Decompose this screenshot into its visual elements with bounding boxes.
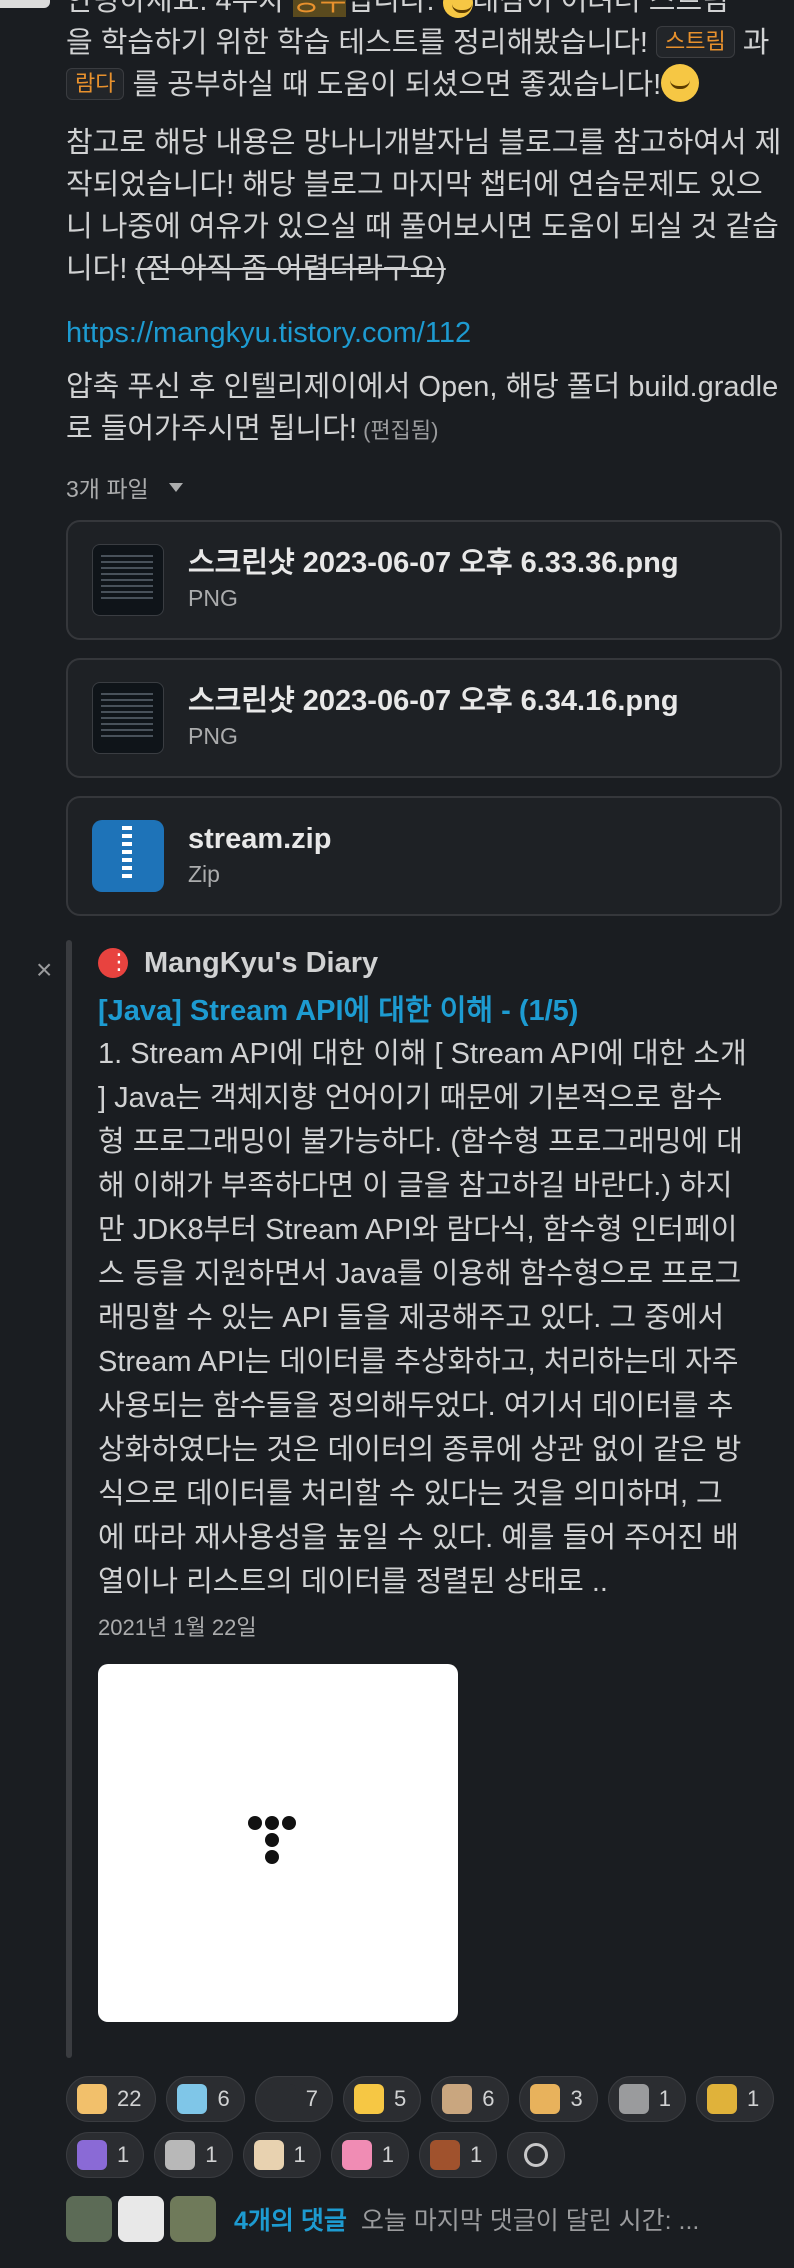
message-line-3: 람다 를 공부하실 때 도움이 되셨으면 좋겠습니다! [66,64,782,106]
avatar [118,2196,164,2242]
message-line-2: 을 학습하기 위한 학습 테스트를 정리해봤습니다! 스트림 과 [66,22,782,64]
message-line-1: 안녕하세요. 4주차 공부입니다. 대삼이 어려러 스트림 [66,0,782,22]
blog-link[interactable]: https://mangkyu.tistory.com/112 [66,312,782,354]
files-toggle[interactable]: 3개 파일 [66,468,782,506]
bear-icon [430,2140,460,2170]
reaction-pill[interactable]: 1 [330,2132,409,2178]
reaction-pill[interactable]: 1 [66,2132,145,2178]
reaction-count: 1 [746,2086,760,2111]
add-emoji-icon [524,2143,549,2167]
unfurl-description: 1. Stream API에 대한 이해 [ Stream API에 대한 소개… [98,1038,747,1598]
reaction-pill[interactable]: 22 [66,2076,157,2122]
screenshot-thumbnail [92,544,164,616]
unfurl-preview-image[interactable] [98,1664,458,2022]
reaction-count: 1 [381,2142,394,2167]
reaction-count: 6 [217,2086,230,2111]
unfurl-border [66,940,72,2058]
reaction-count: 5 [393,2086,407,2111]
reaction-count: 1 [658,2086,671,2111]
close-icon[interactable]: × [36,954,52,986]
message-text: 대삼이 어려러 스트림 [472,0,729,17]
file-name: 스크린샷 2023-06-07 오후 6.33.36.png [188,547,679,579]
avatar[interactable] [0,0,50,8]
reaction-pill[interactable]: 1 [695,2076,775,2122]
message-text: 입니다. [346,0,443,17]
file-attachment-3[interactable]: stream.zip Zip [66,796,782,916]
message-text: 을 학습하기 위한 학습 테스트를 정리해봤습니다! [66,27,657,59]
files-count-label: 3개 파일 [66,476,149,502]
unfurl-date: 2021년 1월 22일 [98,1615,257,1640]
reaction-count: 1 [117,2142,130,2167]
edited-label: (편집됨) [356,418,439,443]
file-name: stream.zip [188,823,332,855]
highlight-text: 공부 [293,0,347,17]
strikethrough-text: (전 아직 좀 어렵더라구요) [135,253,446,285]
file-type: PNG [188,585,238,611]
inline-code-stream: 스트림 [656,26,735,58]
face-icon [177,2084,208,2114]
cat-laptop-icon [165,2140,196,2170]
screenshot-thumbnail [92,682,164,754]
puppy-icon [253,2140,284,2170]
avatar [66,2196,112,2242]
thumbs-up-icon [77,2084,107,2114]
tistory-logo-icon [248,1816,308,1876]
unfurl-title-link[interactable]: [Java] Stream API에 대한 이해 - (1/5) [98,990,748,1032]
zip-file-icon [92,820,164,892]
thread-reply-count[interactable]: 4개의 댓글 [234,2201,347,2237]
reaction-pill[interactable]: 7 [254,2076,333,2122]
site-logo-icon [98,948,130,978]
reactions-bar: 22 6 7 5 6 3 1 1 1 1 1 1 1 [66,2076,786,2178]
reaction-pill[interactable]: 6 [166,2076,245,2122]
file-name: 스크린샷 2023-06-07 오후 6.34.16.png [188,685,679,717]
snail-icon [77,2140,107,2170]
cheer-icon [706,2084,737,2114]
cat-icon [353,2084,384,2114]
avatar [170,2196,216,2242]
caret-down-icon [168,482,183,492]
file-type: PNG [188,723,238,749]
reaction-pill[interactable]: 1 [242,2132,321,2178]
person-icon [618,2084,649,2114]
add-reaction-button[interactable] [507,2132,566,2178]
file-attachment-2[interactable]: 스크린샷 2023-06-07 오후 6.34.16.png PNG [66,658,782,778]
thread-summary[interactable]: 4개의 댓글 오늘 마지막 댓글이 달린 시간: ... [66,2194,699,2244]
site-name: MangKyu's Diary [144,946,379,979]
message: 안녕하세요. 4주차 공부입니다. 대삼이 어려러 스트림 을 학습하기 위한 … [66,0,782,916]
reaction-count: 7 [305,2086,318,2111]
reaction-pill[interactable]: 1 [607,2076,686,2122]
reaction-count: 22 [117,2086,142,2111]
cat-emoji-icon [661,64,700,102]
dog-icon [442,2084,473,2114]
message-paragraph-3: 압축 푸신 후 인텔리제이에서 Open, 해당 폴더 build.gradle… [66,366,782,452]
link-unfurl: MangKyu's Diary [Java] Stream API에 대한 이해… [98,940,748,2022]
thread-last-reply: 오늘 마지막 댓글이 달린 시간: ... [360,2207,700,2235]
scroll-emoji-icon [442,0,473,18]
inline-code-lambda: 람다 [66,68,125,100]
message-paragraph-2: 참고로 해당 내용은 망나니개발자님 블로그를 참고하여서 제작되었습니다! 해… [66,122,782,290]
pray-icon [530,2084,561,2114]
reaction-count: 3 [570,2086,583,2111]
kirby-icon [341,2140,372,2170]
reaction-count: 1 [293,2142,306,2167]
message-text: 과 [734,27,770,59]
file-attachment-1[interactable]: 스크린샷 2023-06-07 오후 6.33.36.png PNG [66,520,782,640]
reaction-pill[interactable]: 6 [431,2076,510,2122]
message-text: 안녕하세요. 4주차 [66,0,294,17]
file-type: Zip [188,861,220,887]
reaction-pill[interactable]: 3 [519,2076,598,2122]
reaction-count: 1 [205,2142,218,2167]
unfurl-site: MangKyu's Diary [98,940,748,986]
kkk-icon [265,2084,296,2114]
reaction-count: 6 [482,2086,495,2111]
reaction-pill[interactable]: 5 [342,2076,422,2122]
reaction-pill[interactable]: 1 [154,2132,233,2178]
reaction-pill[interactable]: 1 [419,2132,498,2178]
message-text: 를 공부하실 때 도움이 되셨으면 좋겠습니다! [124,69,662,101]
reaction-count: 1 [470,2142,483,2167]
